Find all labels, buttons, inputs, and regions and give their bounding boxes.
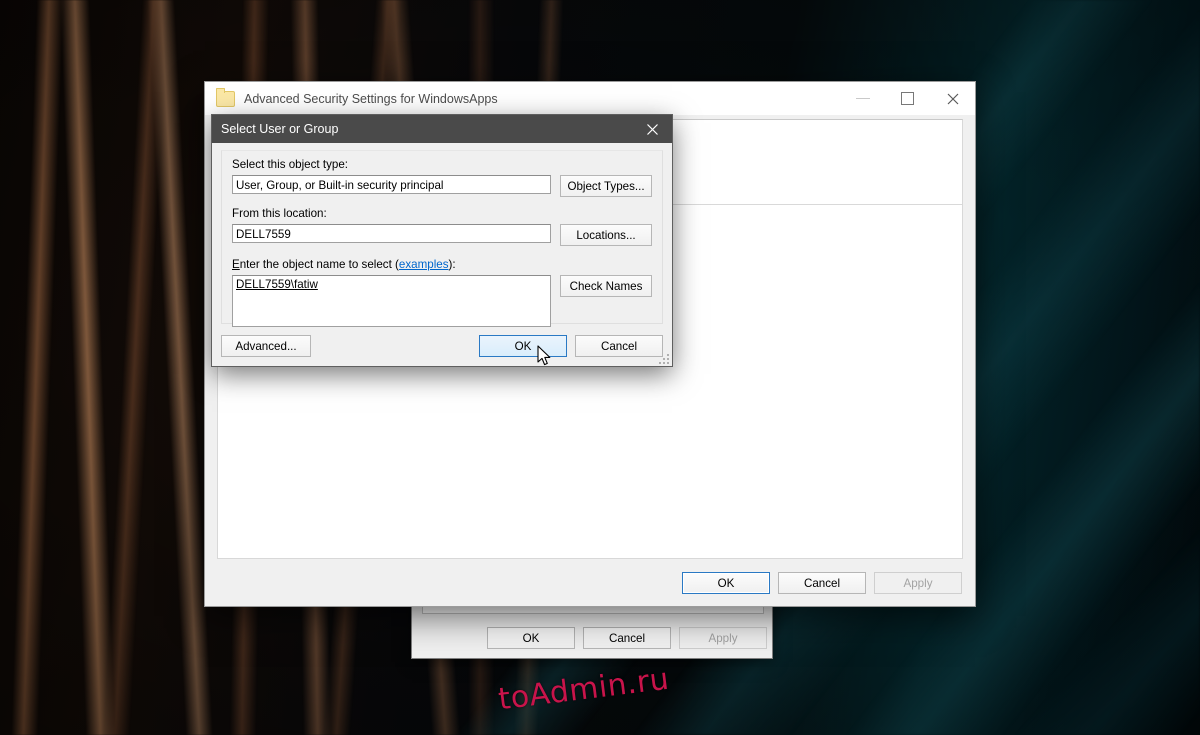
parent-ok-button[interactable]: OK [682, 572, 770, 594]
advanced-button[interactable]: Advanced... [221, 335, 311, 357]
parent-window-buttons: OK Cancel Apply [682, 572, 962, 594]
object-name-input[interactable]: DELL7559\fatiw [232, 275, 551, 327]
check-names-button[interactable]: Check Names [560, 275, 652, 297]
parent-caption-buttons [840, 82, 975, 115]
folder-icon [216, 91, 235, 107]
dialog-title: Select User or Group [221, 122, 338, 136]
locations-button[interactable]: Locations... [560, 224, 652, 246]
minimize-icon[interactable] [840, 82, 885, 115]
object-name-label-prefix: nter the object name to select ( [240, 258, 399, 271]
background-dialog-buttons: OK Cancel Apply [412, 627, 772, 649]
location-input[interactable]: DELL7559 [232, 224, 551, 243]
resize-grip[interactable] [657, 352, 669, 364]
location-label: From this location: [232, 206, 652, 221]
maximize-icon[interactable] [885, 82, 930, 115]
dialog-footer: Advanced... OK Cancel [221, 335, 663, 357]
background-apply-button: Apply [679, 627, 767, 649]
object-name-label: Enter the object name to select (example… [232, 257, 652, 272]
dialog-cancel-button[interactable]: Cancel [575, 335, 663, 357]
close-icon[interactable] [930, 82, 975, 115]
object-type-label: Select this object type: [232, 157, 652, 172]
desktop: OK Cancel Apply Advanced Security Settin… [0, 0, 1200, 735]
parent-window-title: Advanced Security Settings for WindowsAp… [244, 92, 498, 106]
parent-titlebar: Advanced Security Settings for WindowsAp… [205, 82, 975, 115]
background-ok-button[interactable]: OK [487, 627, 575, 649]
background-cancel-button[interactable]: Cancel [583, 627, 671, 649]
object-name-value: DELL7559\fatiw [236, 278, 318, 291]
dialog-ok-button[interactable]: OK [479, 335, 567, 357]
examples-link[interactable]: examples [399, 258, 449, 271]
dialog-inner-panel: Select this object type: User, Group, or… [221, 150, 663, 324]
parent-cancel-button[interactable]: Cancel [778, 572, 866, 594]
select-user-or-group-dialog: Select User or Group Select this object … [212, 115, 672, 366]
object-type-input[interactable]: User, Group, or Built-in security princi… [232, 175, 551, 194]
dialog-titlebar: Select User or Group [212, 115, 672, 143]
object-types-button[interactable]: Object Types... [560, 175, 652, 197]
close-icon[interactable] [632, 115, 672, 143]
parent-apply-button: Apply [874, 572, 962, 594]
object-name-label-suffix: ): [449, 258, 456, 271]
dialog-body: Select this object type: User, Group, or… [212, 143, 672, 366]
object-name-label-prefix-accel: E [232, 258, 240, 271]
